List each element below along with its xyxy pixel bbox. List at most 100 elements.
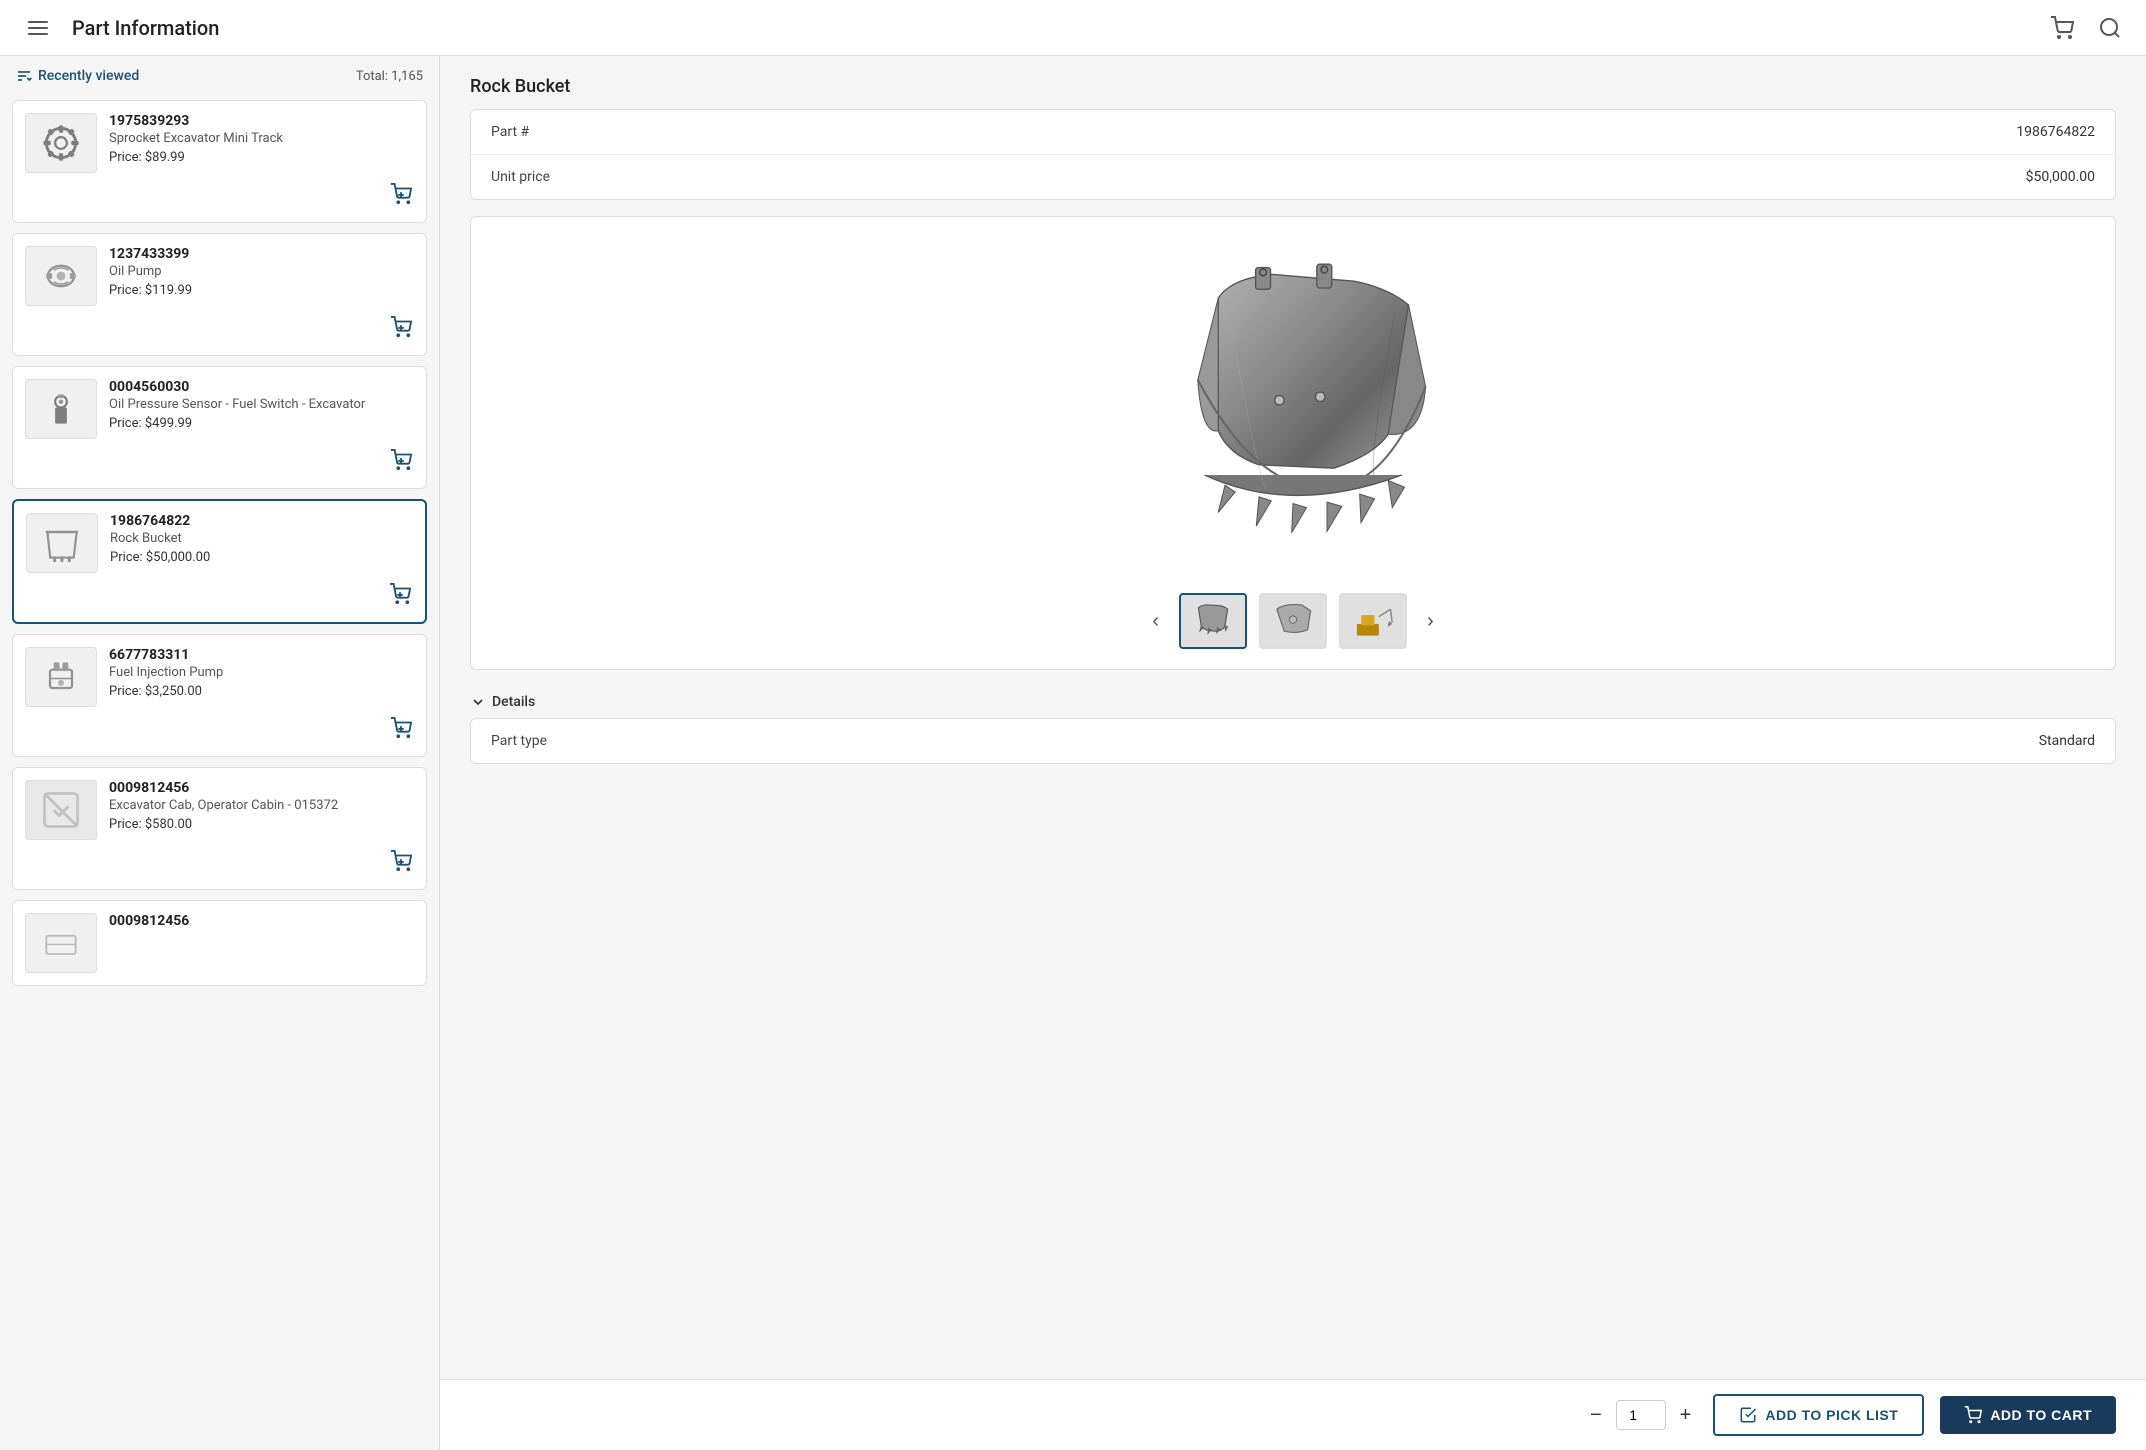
cart-icon-btn: [1964, 1406, 1982, 1424]
part-number: 1975839293: [109, 113, 414, 129]
part-card-0009812456a[interactable]: 0009812456 Excavator Cab, Operator Cabin…: [12, 767, 427, 890]
quantity-control: − +: [1584, 1400, 1697, 1430]
main-product-image: [491, 237, 2095, 577]
thumbnail-1[interactable]: [1179, 593, 1247, 649]
part-name: Rock Bucket: [110, 531, 413, 546]
details-header[interactable]: Details: [470, 686, 2116, 718]
part-card-bottom: [25, 314, 414, 343]
part-card-0004560030[interactable]: 0004560030 Oil Pressure Sensor - Fuel Sw…: [12, 366, 427, 489]
part-info: 6677783311 Fuel Injection Pump Price: $3…: [109, 647, 414, 699]
part-card-1975839293[interactable]: 1975839293 Sprocket Excavator Mini Track…: [12, 100, 427, 223]
oil-pump-icon: [39, 254, 83, 298]
add-to-pick-list-button[interactable]: ADD TO PICK LIST: [1713, 1394, 1924, 1436]
next-image-button[interactable]: ›: [1419, 606, 1442, 637]
add-to-cart-small-button[interactable]: [388, 447, 414, 476]
details-label: Details: [492, 694, 535, 710]
quantity-decrease-button[interactable]: −: [1584, 1404, 1608, 1427]
no-image-icon: [39, 788, 83, 832]
part-card-bottom: [25, 848, 414, 877]
unit-price-label: Unit price: [491, 169, 550, 185]
quantity-increase-button[interactable]: +: [1674, 1404, 1698, 1427]
part-price: Price: $119.99: [109, 283, 414, 298]
cart-add-icon: [390, 717, 412, 739]
part-number: 6677783311: [109, 647, 414, 663]
part-card-top: 0004560030 Oil Pressure Sensor - Fuel Sw…: [25, 379, 414, 439]
add-to-cart-small-button[interactable]: [388, 181, 414, 210]
recently-viewed-label: Recently viewed: [16, 68, 139, 84]
part-price: Price: $499.99: [109, 416, 414, 431]
part-card-6677783311[interactable]: 6677783311 Fuel Injection Pump Price: $3…: [12, 634, 427, 757]
part-number: 0004560030: [109, 379, 414, 395]
sensor-icon: [39, 387, 83, 431]
action-bar: − + ADD TO PICK LIST ADD TO CART: [440, 1379, 2146, 1450]
add-to-cart-small-button[interactable]: [388, 314, 414, 343]
part-number: 0009812456: [109, 780, 414, 796]
add-to-cart-button[interactable]: ADD TO CART: [1940, 1396, 2116, 1434]
sidebar-total: Total: 1,165: [356, 69, 423, 84]
unit-price-row: Unit price $50,000.00: [471, 155, 2115, 199]
part-thumbnail: [25, 913, 97, 973]
part-info: 0004560030 Oil Pressure Sensor - Fuel Sw…: [109, 379, 414, 431]
add-to-cart-small-button[interactable]: [388, 715, 414, 744]
part-thumbnail: [26, 513, 98, 573]
part-card-top: 1986764822 Rock Bucket Price: $50,000.00: [26, 513, 413, 573]
part-info: 1237433399 Oil Pump Price: $119.99: [109, 246, 414, 298]
part-number-row: Part # 1986764822: [471, 110, 2115, 155]
part-info-card: Part # 1986764822 Unit price $50,000.00: [470, 109, 2116, 200]
add-to-cart-small-button[interactable]: [387, 581, 413, 610]
pick-list-icon: [1739, 1406, 1757, 1424]
thumb-bucket2-icon: [1271, 601, 1315, 641]
thumb-bucket-icon: [1191, 601, 1235, 641]
app-header: Part Information: [0, 0, 2146, 56]
hamburger-icon: [24, 17, 52, 39]
generic-part-icon: [39, 921, 83, 965]
sidebar-header: Recently viewed Total: 1,165: [0, 56, 439, 96]
page-title: Part Information: [72, 16, 219, 40]
part-price: Price: $89.99: [109, 150, 414, 165]
part-number-label: Part #: [491, 124, 529, 140]
rock-bucket-svg: [1123, 237, 1463, 577]
cart-add-icon: [390, 316, 412, 338]
part-card-bottom: [25, 181, 414, 210]
cart-add-icon: [390, 183, 412, 205]
part-card-top: 1975839293 Sprocket Excavator Mini Track…: [25, 113, 414, 173]
content-spacer: [440, 780, 2146, 1379]
prev-image-button[interactable]: ‹: [1144, 606, 1167, 637]
cart-button[interactable]: [2046, 12, 2078, 44]
part-card-0009812456b[interactable]: 0009812456: [12, 900, 427, 986]
header-left: Part Information: [20, 13, 219, 43]
part-thumbnail: [25, 113, 97, 173]
cart-add-icon: [390, 850, 412, 872]
part-price: Price: $3,250.00: [109, 684, 414, 699]
part-card-1986764822[interactable]: 1986764822 Rock Bucket Price: $50,000.00: [12, 499, 427, 624]
part-type-label: Part type: [491, 733, 547, 749]
part-info: 1975839293 Sprocket Excavator Mini Track…: [109, 113, 414, 165]
part-name: Oil Pump: [109, 264, 414, 279]
part-card-1237433399[interactable]: 1237433399 Oil Pump Price: $119.99: [12, 233, 427, 356]
add-to-cart-small-button[interactable]: [388, 848, 414, 877]
sidebar: Recently viewed Total: 1,165: [0, 56, 440, 1450]
part-card-bottom: [26, 581, 413, 610]
header-right: [2046, 12, 2126, 44]
menu-button[interactable]: [20, 13, 56, 43]
part-price: Price: $50,000.00: [110, 550, 413, 565]
quantity-input[interactable]: [1616, 1400, 1666, 1430]
main-layout: Recently viewed Total: 1,165: [0, 56, 2146, 1450]
part-card-bottom: [25, 447, 414, 476]
search-button[interactable]: [2094, 12, 2126, 44]
search-icon: [2098, 16, 2122, 40]
part-card-top: 6677783311 Fuel Injection Pump Price: $3…: [25, 647, 414, 707]
content-area: Rock Bucket Part # 1986764822 Unit price…: [440, 56, 2146, 1450]
part-info: 0009812456: [109, 913, 414, 929]
part-type-row: Part type Standard: [471, 719, 2115, 763]
thumbnail-2[interactable]: [1259, 593, 1327, 649]
details-section: Details Part type Standard: [470, 686, 2116, 764]
thumbnail-3[interactable]: [1339, 593, 1407, 649]
sprocket-icon: [39, 121, 83, 165]
unit-price-value: $50,000.00: [2026, 169, 2095, 185]
cart-add-icon: [389, 583, 411, 605]
part-thumbnail-no-image: [25, 780, 97, 840]
image-gallery: ‹: [470, 216, 2116, 670]
part-thumbnail: [25, 379, 97, 439]
chevron-down-icon: [470, 694, 486, 710]
